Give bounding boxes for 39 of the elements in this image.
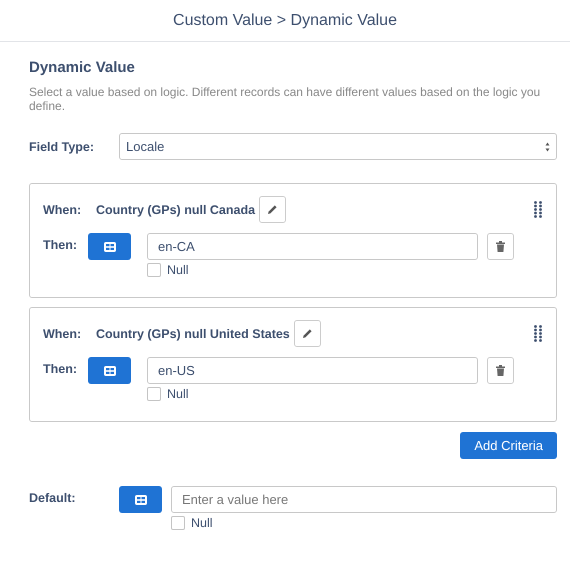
pencil-icon (302, 328, 313, 339)
null-checkbox[interactable] (171, 516, 185, 530)
when-label: When: (43, 202, 82, 216)
section-heading: Dynamic Value (29, 59, 136, 76)
trash-icon (496, 365, 505, 376)
grid-button[interactable] (88, 233, 131, 260)
field-type-label: Field Type: (29, 140, 96, 154)
grid-icon (104, 242, 116, 252)
when-label: When: (43, 326, 82, 340)
then-label: Then: (43, 238, 78, 252)
null-checkbox[interactable] (147, 263, 161, 277)
grid-button[interactable] (119, 486, 162, 513)
trash-icon (496, 241, 505, 252)
condition-text: Country (GPs) null Canada (96, 202, 256, 216)
drag-handle-icon[interactable] (534, 325, 542, 342)
field-type-select[interactable]: Locale (119, 133, 557, 160)
edit-button[interactable] (294, 320, 321, 347)
condition-text: Country (GPs) null United States (96, 326, 290, 340)
drag-handle-icon[interactable] (534, 201, 542, 218)
header-title: Custom Value > Dynamic Value (173, 12, 397, 30)
grid-icon (134, 494, 146, 504)
delete-button[interactable] (487, 357, 514, 384)
value-field[interactable]: en-US (147, 357, 478, 384)
grid-button[interactable] (88, 357, 131, 384)
value-field[interactable]: en-CA (147, 233, 478, 260)
null-label: Null (191, 516, 213, 530)
default-value-field[interactable]: Enter a value here (171, 486, 557, 513)
delete-button[interactable] (487, 233, 514, 260)
null-label: Null (167, 387, 189, 401)
default-label: Default: (29, 491, 77, 505)
add-criteria-button[interactable]: Add Criteria (460, 432, 557, 459)
grid-icon (104, 366, 116, 376)
stepper-icon (545, 142, 550, 152)
pencil-icon (267, 204, 278, 215)
null-checkbox[interactable] (147, 387, 161, 401)
null-label: Null (167, 263, 189, 277)
description-text: Select a value based on logic. Different records can have different values based on the logic you define. (29, 85, 542, 113)
then-label: Then: (43, 362, 78, 376)
edit-button[interactable] (259, 196, 286, 223)
